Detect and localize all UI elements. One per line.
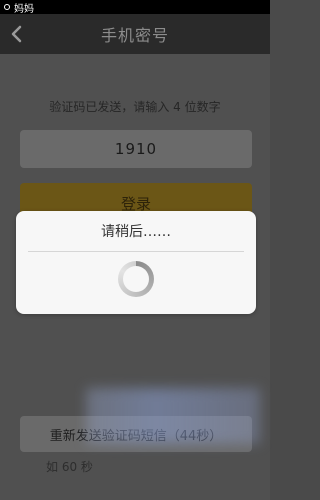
status-bar: 妈妈 xyxy=(0,0,270,15)
verification-code-input[interactable]: 1910 xyxy=(20,130,252,168)
nav-bar: 手机密号 xyxy=(0,14,270,54)
loading-dialog: 请稍后…… xyxy=(16,211,256,314)
status-text: 妈妈 xyxy=(14,3,34,15)
loading-spinner-icon xyxy=(118,261,154,297)
blurred-overlay xyxy=(86,388,260,444)
verification-hint: 验证码已发送，请输入 4 位数字 xyxy=(49,100,221,114)
loading-message: 请稍后…… xyxy=(101,224,171,240)
page-title: 手机密号 xyxy=(100,26,169,45)
status-indicator-icon xyxy=(4,4,10,10)
dialog-divider xyxy=(28,251,244,252)
back-button[interactable] xyxy=(4,22,28,46)
chevron-left-icon xyxy=(11,25,22,43)
resend-note: 如 60 秒 xyxy=(46,460,93,474)
